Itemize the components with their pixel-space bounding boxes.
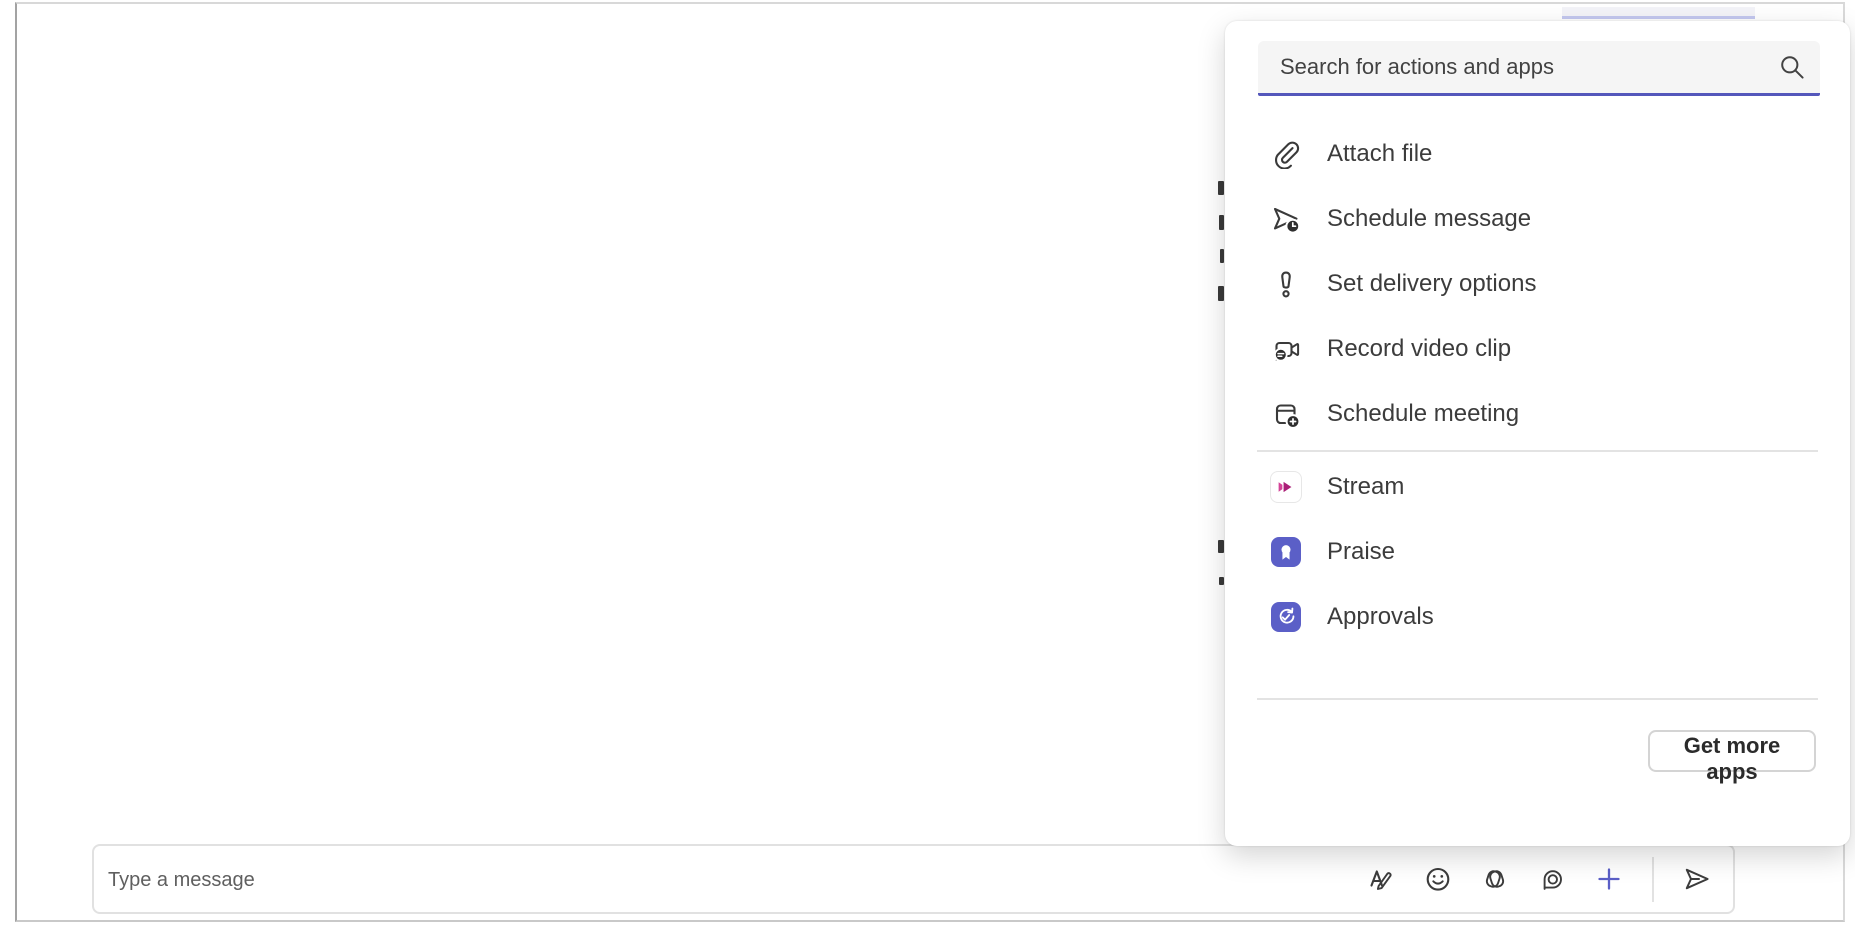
search-icon	[1778, 53, 1806, 81]
obscured-text-fragment	[1219, 215, 1224, 230]
menu-item-schedule-message[interactable]: Schedule message	[1225, 186, 1850, 251]
praise-app-icon	[1271, 537, 1301, 567]
emoji-button[interactable]	[1416, 857, 1460, 901]
menu-item-set-delivery-options[interactable]: Set delivery options	[1225, 251, 1850, 316]
menu-item-label: Schedule message	[1327, 205, 1531, 233]
menu-item-label: Schedule meeting	[1327, 400, 1519, 428]
divider	[1257, 450, 1818, 452]
obscured-text-fragment	[1218, 181, 1224, 195]
compose-toolbar	[1359, 846, 1719, 912]
copilot-icon	[1480, 864, 1510, 894]
menu-item-record-video-clip[interactable]: Record video clip	[1225, 316, 1850, 381]
app-item-praise[interactable]: Praise	[1225, 519, 1850, 584]
loop-icon	[1537, 864, 1567, 894]
menu-item-schedule-meeting[interactable]: Schedule meeting	[1225, 381, 1850, 446]
app-item-approvals[interactable]: Approvals	[1225, 584, 1850, 649]
search-input[interactable]	[1258, 41, 1778, 93]
add-actions-button[interactable]	[1587, 857, 1631, 901]
approvals-app-icon	[1271, 602, 1301, 632]
send-button[interactable]	[1675, 857, 1719, 901]
format-icon	[1366, 864, 1396, 894]
get-more-apps-button[interactable]: Get more apps	[1648, 730, 1816, 772]
send-clock-icon	[1270, 203, 1302, 235]
background-surface-edge	[1562, 7, 1755, 19]
emoji-icon	[1423, 864, 1453, 894]
menu-item-label: Set delivery options	[1327, 270, 1536, 298]
menu-item-label: Record video clip	[1327, 335, 1511, 363]
video-camera-chat-icon	[1270, 333, 1302, 365]
send-icon	[1681, 863, 1713, 895]
obscured-text-fragment	[1219, 577, 1224, 585]
calendar-add-icon	[1270, 398, 1302, 430]
message-input[interactable]	[106, 846, 1310, 914]
message-compose-box[interactable]	[92, 844, 1735, 914]
app-item-label: Stream	[1327, 473, 1404, 501]
app-item-stream[interactable]: Stream	[1225, 454, 1850, 519]
loop-button[interactable]	[1530, 857, 1574, 901]
menu-item-label: Attach file	[1327, 140, 1432, 168]
menu-item-attach-file[interactable]: Attach file	[1225, 121, 1850, 186]
exclamation-icon	[1270, 268, 1302, 300]
actions-apps-flyout: Attach file Schedule message	[1225, 21, 1850, 846]
search-field[interactable]	[1258, 41, 1820, 96]
obscured-text-fragment	[1218, 286, 1224, 301]
app-item-label: Praise	[1327, 538, 1395, 566]
toolbar-divider	[1652, 857, 1654, 902]
obscured-text-fragment	[1220, 249, 1224, 263]
apps-list: Stream Praise	[1225, 454, 1850, 649]
app-item-label: Approvals	[1327, 603, 1434, 631]
format-button[interactable]	[1359, 857, 1403, 901]
divider	[1257, 698, 1818, 700]
stream-app-icon	[1270, 471, 1302, 503]
obscured-text-fragment	[1218, 540, 1224, 553]
actions-list: Attach file Schedule message	[1225, 121, 1850, 446]
paperclip-icon	[1270, 138, 1302, 170]
app-window: Attach file Schedule message	[15, 2, 1845, 922]
add-actions-icon	[1593, 863, 1625, 895]
copilot-button[interactable]	[1473, 857, 1517, 901]
